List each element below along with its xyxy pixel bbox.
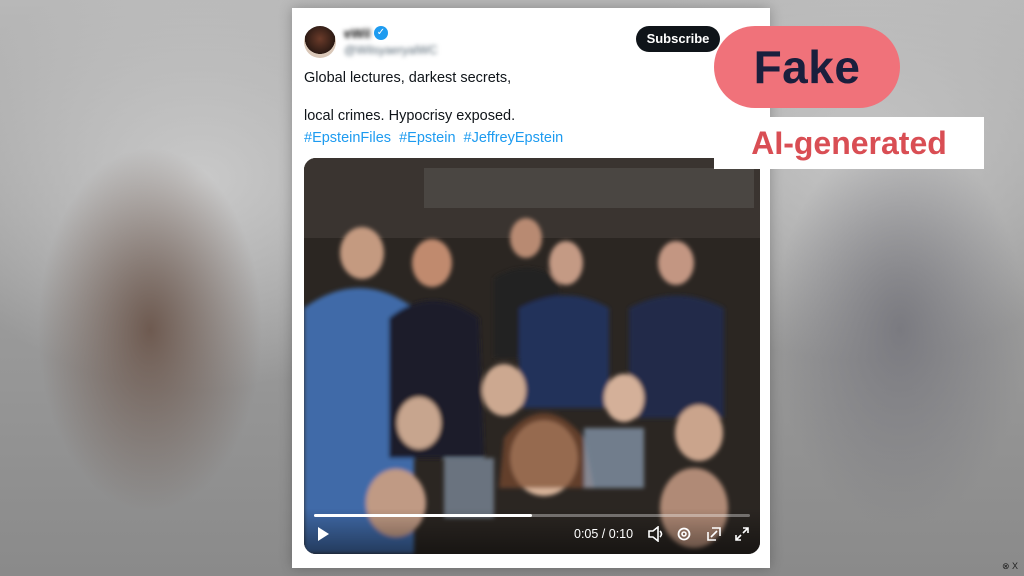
settings-icon[interactable]: [676, 526, 692, 542]
video-progress-bar[interactable]: [314, 514, 750, 517]
video-player[interactable]: 0:05 / 0:10: [304, 158, 760, 554]
volume-icon[interactable]: [648, 526, 666, 542]
video-frame: [304, 158, 760, 554]
hashtag-link[interactable]: #EpsteinFiles: [304, 130, 391, 146]
hashtags: #EpsteinFiles #Epstein #JeffreyEpstein: [304, 130, 567, 146]
subscribe-button[interactable]: Subscribe: [636, 26, 720, 52]
video-progress-fill: [314, 514, 532, 517]
verified-badge-icon: ✓: [374, 26, 388, 40]
video-controls: 0:05 / 0:10: [304, 508, 760, 554]
ai-generated-label: AI-generated: [714, 117, 984, 169]
pip-icon[interactable]: [706, 526, 722, 542]
video-time: 0:05 / 0:10: [574, 527, 634, 541]
hashtag-link[interactable]: #JeffreyEpstein: [464, 130, 564, 146]
play-icon[interactable]: [316, 526, 330, 542]
fake-label-badge: Fake: [714, 26, 900, 108]
author-handle[interactable]: @WilsyaeryalWC: [344, 43, 438, 57]
post-text-line-1: Global lectures, darkest secrets,: [304, 70, 512, 86]
avatar[interactable]: [304, 26, 336, 58]
tweet-card: ɐWil ✓ @WilsyaeryalWC Subscribe Global l…: [292, 8, 770, 568]
author-name[interactable]: ɐWil: [344, 26, 371, 41]
hashtag-link[interactable]: #Epstein: [399, 130, 455, 146]
fullscreen-icon[interactable]: [734, 526, 750, 542]
post-text-line-2: local crimes. Hypocrisy exposed.: [304, 108, 516, 124]
source-credit: ⊗ X: [1001, 561, 1018, 571]
